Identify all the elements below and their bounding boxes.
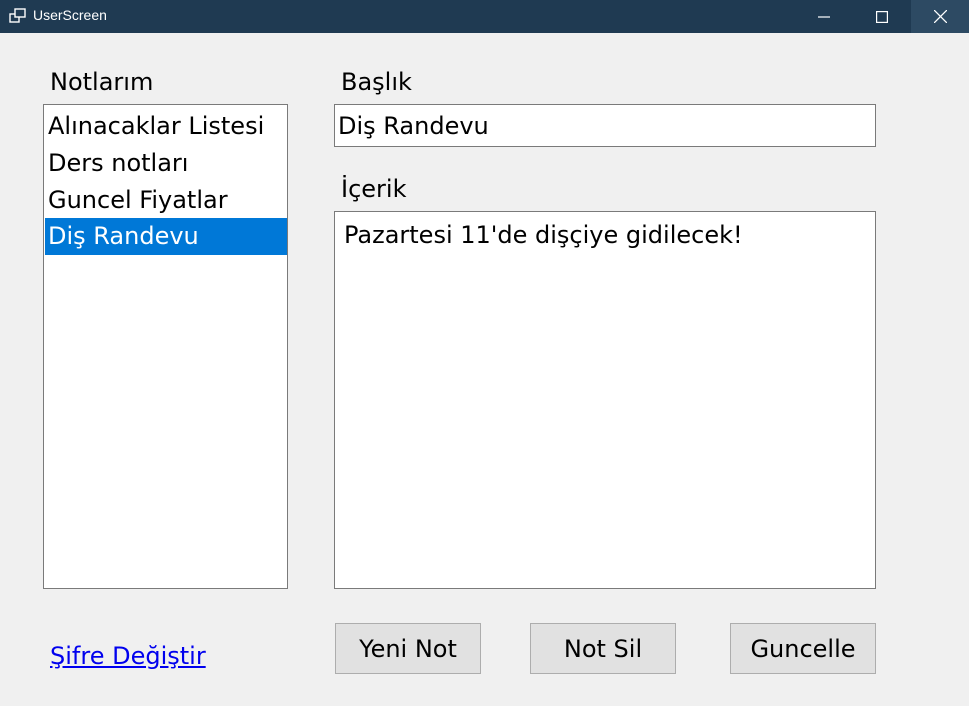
close-button[interactable] — [911, 0, 969, 33]
list-item-selected[interactable]: Diş Randevu — [45, 218, 287, 255]
update-button[interactable]: Guncelle — [730, 623, 876, 674]
close-icon — [933, 10, 947, 23]
maximize-button[interactable] — [853, 0, 911, 33]
delete-note-button[interactable]: Not Sil — [530, 623, 676, 674]
list-item[interactable]: Alınacaklar Listesi — [45, 108, 287, 145]
list-item[interactable]: Ders notları — [45, 145, 287, 182]
list-item[interactable]: Guncel Fiyatlar — [45, 182, 287, 219]
notes-label: Notlarım — [50, 68, 154, 96]
change-password-link[interactable]: Şifre Değiştir — [50, 642, 206, 670]
content-label: İçerik — [341, 175, 407, 203]
content-textarea[interactable]: Pazartesi 11'de dişçiye gidilecek! — [334, 211, 876, 589]
title-bar: UserScreen — [0, 0, 969, 33]
new-note-button[interactable]: Yeni Not — [335, 623, 481, 674]
minimize-button[interactable] — [795, 0, 853, 33]
minimize-icon — [818, 15, 830, 18]
window-title: UserScreen — [33, 7, 107, 23]
notes-listbox[interactable]: Alınacaklar Listesi Ders notları Guncel … — [43, 104, 288, 589]
maximize-icon — [876, 10, 888, 23]
app-window-icon — [9, 8, 26, 23]
title-input[interactable]: Diş Randevu — [334, 104, 876, 147]
title-label: Başlık — [341, 68, 412, 96]
